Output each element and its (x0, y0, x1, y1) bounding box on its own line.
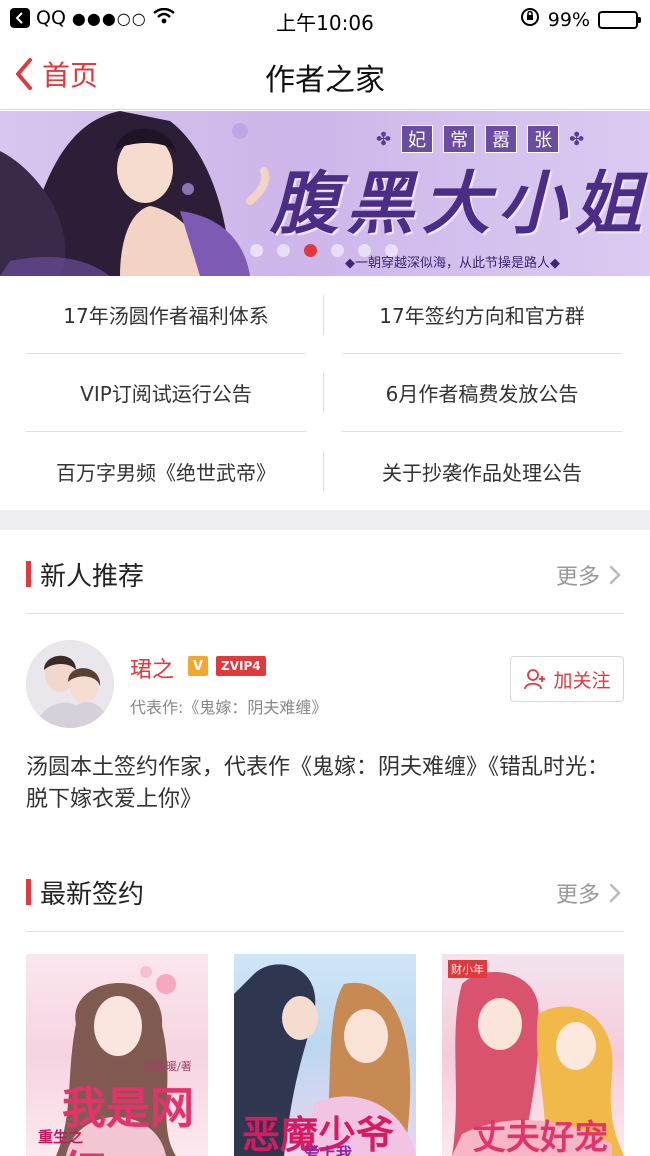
follow-label: 加关注 (553, 669, 611, 692)
section-title: 最新签约 (40, 880, 145, 910)
verified-badge: V (188, 656, 208, 676)
representative-work[interactable]: 代表作:《鬼嫁：阴夫难缠》 (130, 694, 327, 718)
section-accent-bar (26, 879, 31, 905)
battery-icon (598, 10, 641, 29)
divider (323, 295, 324, 335)
cover-title-art: 丈夫好宠 (472, 1118, 608, 1156)
page-title: 作者之家 (265, 63, 385, 98)
carousel-dot-active[interactable] (304, 244, 317, 257)
divider (323, 373, 324, 413)
banner-title: 腹黑大小姐 (270, 164, 650, 244)
book-cover[interactable]: 恶魔少爷 爱上我 (234, 954, 416, 1156)
chevron-right-icon (609, 565, 621, 585)
divider (323, 451, 324, 491)
section-accent-bar (26, 561, 31, 587)
carousel-dot[interactable] (358, 244, 371, 257)
notice-link[interactable]: 百万字男频《绝世武帝》 (26, 432, 306, 510)
chevron-right-icon (609, 883, 621, 903)
author-name[interactable]: 珺之 (130, 652, 174, 684)
notice-grid: 17年汤圆作者福利体系 17年签约方向和官方群 VIP订阅试运行公告 6月作者稿… (0, 276, 650, 510)
notice-link[interactable]: 关于抄袭作品处理公告 (342, 432, 622, 510)
section-header-latest-signed: 最新签约 更多 (26, 850, 624, 932)
follow-button[interactable]: 加关注 (510, 656, 624, 702)
book-cover[interactable]: 财小年 丈夫好宠 (442, 954, 624, 1156)
carousel-dot[interactable] (385, 244, 398, 257)
notice-link[interactable]: 6月作者稿费发放公告 (342, 354, 622, 432)
notice-link[interactable]: VIP订阅试运行公告 (26, 354, 306, 432)
more-link[interactable]: 更多 (556, 877, 622, 909)
add-user-icon (524, 669, 546, 690)
author-avatar[interactable] (26, 640, 114, 728)
carousel-dot[interactable] (277, 244, 290, 257)
promo-banner[interactable]: ✤ 妃 常 嚣 张 ✤ 腹黑大小姐 ◆一朝穿越深似海，从此节操是路人◆ (0, 111, 650, 276)
cover-title-art: 我是网红 (62, 1083, 194, 1156)
carousel-indicator (250, 244, 398, 257)
carousel-dot[interactable] (250, 244, 263, 257)
author-card[interactable]: 珺之 V ZVIP4 代表作:《鬼嫁：阴夫难缠》 加关注 (26, 638, 624, 730)
cover-subtitle: 爱上我 (304, 1144, 353, 1156)
battery-percent: 99% (547, 8, 590, 31)
more-link[interactable]: 更多 (556, 559, 622, 591)
section-title: 新人推荐 (40, 562, 145, 592)
rotation-lock-icon (520, 7, 540, 32)
more-label: 更多 (555, 883, 600, 908)
notice-link[interactable]: 17年汤圆作者福利体系 (26, 276, 306, 354)
navigation-bar: 首页 作者之家 (0, 38, 650, 110)
more-label: 更多 (555, 565, 600, 590)
book-cover-list: 重生之 我是网红 慕暖暖/著 恶魔少爷 爱上我 财小年 丈夫好宠 (26, 954, 626, 1156)
section-separator (0, 510, 650, 530)
section-header-new-recommend: 新人推荐 更多 (26, 532, 624, 614)
vip-level-badge: ZVIP4 (216, 656, 266, 676)
carousel-dot[interactable] (331, 244, 344, 257)
cover-publisher: 财小年 (448, 960, 487, 978)
status-bar: QQ ●●●○○ 上午10:06 99% (0, 0, 650, 38)
book-cover[interactable]: 重生之 我是网红 慕暖暖/著 (26, 954, 208, 1156)
cover-author: 慕暖暖/著 (144, 1060, 192, 1073)
author-bio: 汤圆本土签约作家，代表作《鬼嫁：阴夫难缠》《错乱时光：脱下嫁衣爱上你》 (26, 755, 610, 812)
notice-link[interactable]: 17年签约方向和官方群 (342, 276, 622, 354)
